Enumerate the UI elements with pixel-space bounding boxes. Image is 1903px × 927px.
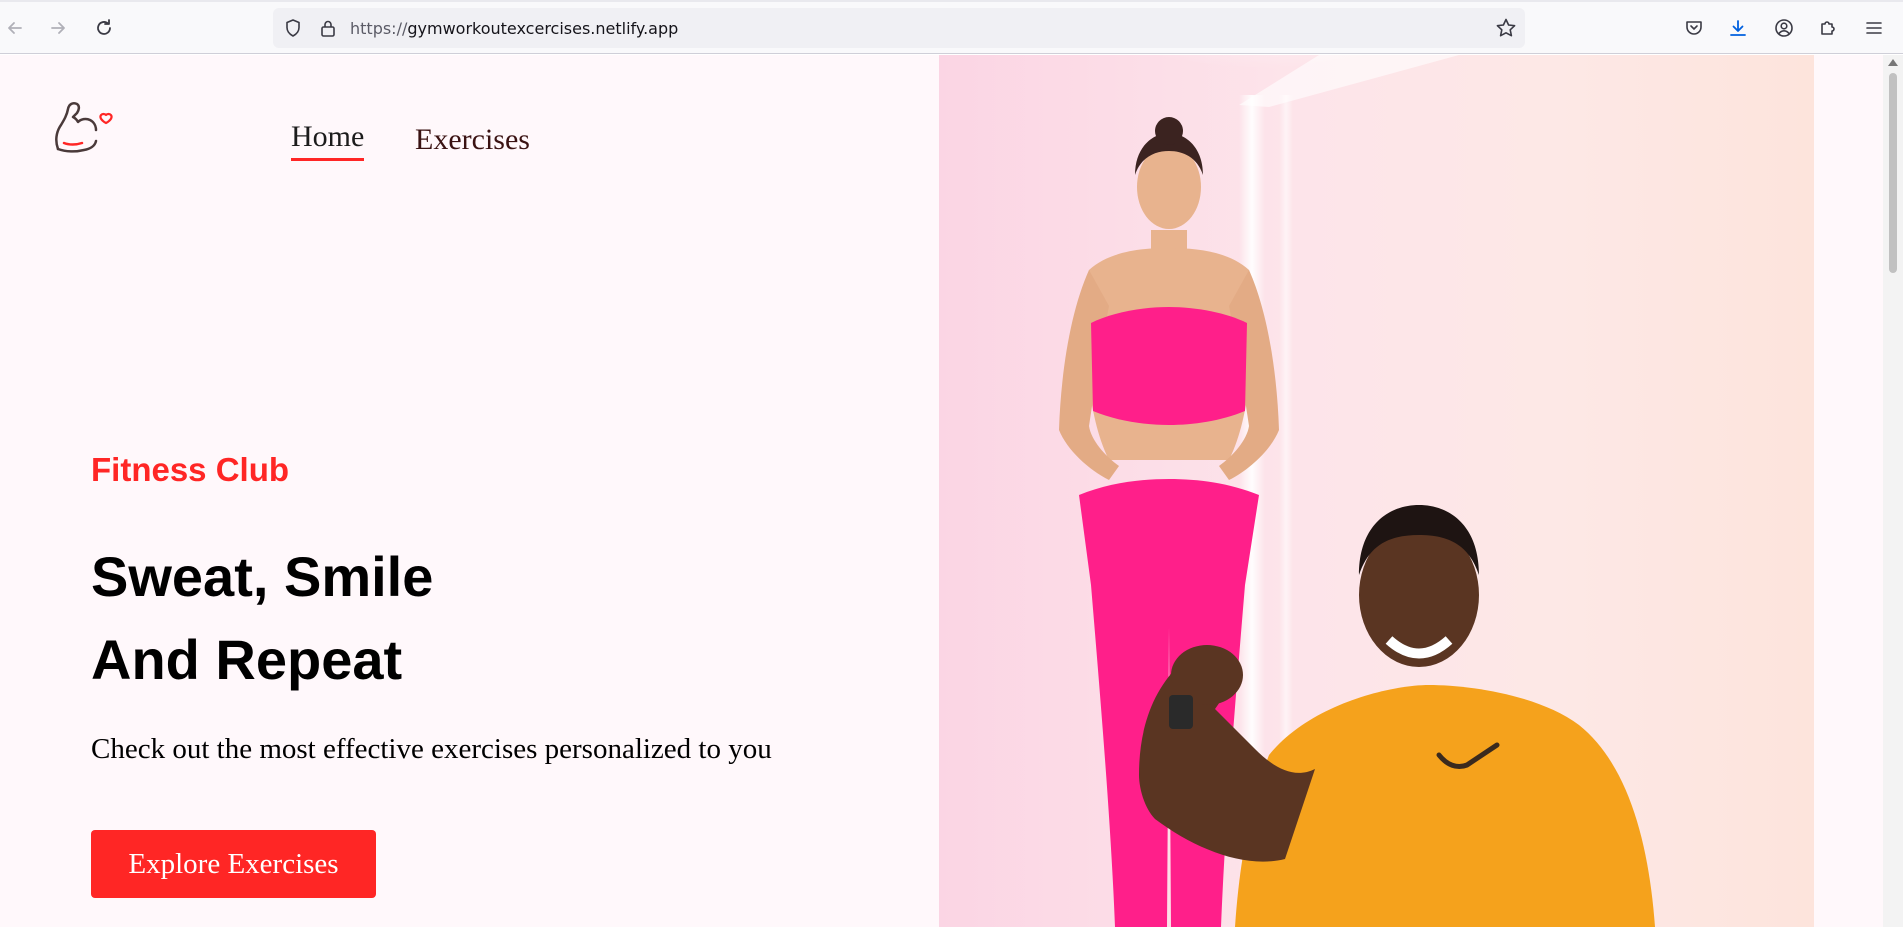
url-text[interactable]: https://gymworkoutexcercises.netlify.app — [350, 19, 678, 38]
reload-button[interactable] — [90, 14, 118, 42]
page-content: Home Exercises Fitness Club Sweat, Smile… — [0, 55, 1883, 927]
forward-arrow-icon — [51, 22, 65, 34]
scrollbar-thumb[interactable] — [1889, 73, 1897, 273]
logo-flexed-arm-icon[interactable] — [52, 91, 118, 157]
pocket-icon — [1686, 21, 1702, 35]
scroll-up-arrow-icon[interactable] — [1888, 59, 1898, 66]
hamburger-menu-icon — [1866, 22, 1882, 34]
hero-headline-line-2: And Repeat — [91, 628, 403, 691]
menu-button[interactable] — [1860, 14, 1888, 42]
url-protocol: https:// — [350, 19, 408, 38]
reload-icon — [97, 19, 111, 35]
forward-button[interactable] — [44, 14, 72, 42]
ceiling-glow — [1089, 55, 1449, 125]
extensions-button[interactable] — [1814, 14, 1842, 42]
hero-headline: Sweat, Smile And Repeat — [91, 535, 433, 701]
url-host: gymworkoutexcercises.netlify.app — [407, 19, 679, 38]
banner-illustration — [1059, 55, 1655, 927]
url-bar[interactable]: https://gymworkoutexcercises.netlify.app — [273, 8, 1525, 48]
back-button[interactable] — [1, 14, 29, 42]
hero-club-label: Fitness Club — [91, 451, 290, 488]
hero-banner-image — [939, 55, 1814, 927]
hero-headline-line-1: Sweat, Smile — [91, 545, 434, 608]
puzzle-icon — [1821, 21, 1835, 35]
downloads-button[interactable] — [1724, 14, 1752, 42]
bookmark-star-icon[interactable] — [1495, 17, 1517, 39]
nav-exercises-link[interactable]: Exercises — [415, 123, 530, 157]
hero-subtitle: Check out the most effective exercises p… — [91, 733, 772, 765]
download-icon — [1730, 20, 1746, 36]
nav-home-link[interactable]: Home — [291, 120, 365, 161]
pocket-button[interactable] — [1680, 14, 1708, 42]
browser-toolbar: https://gymworkoutexcercises.netlify.app — [0, 0, 1903, 54]
explore-exercises-button[interactable]: Explore Exercises — [91, 830, 376, 898]
lock-icon[interactable] — [318, 18, 338, 38]
account-button[interactable] — [1770, 14, 1798, 42]
tab-strip-edge — [0, 0, 1903, 2]
shield-icon[interactable] — [283, 18, 303, 38]
account-icon — [1775, 19, 1793, 37]
back-arrow-icon — [8, 22, 22, 34]
page-scrollbar[interactable] — [1883, 55, 1903, 927]
